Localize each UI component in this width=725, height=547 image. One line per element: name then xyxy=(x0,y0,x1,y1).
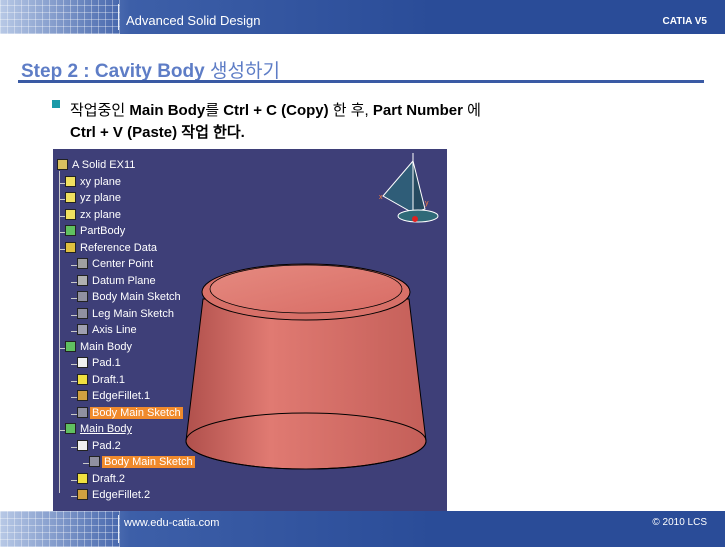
slide-title-kr: 생성하기 xyxy=(210,61,280,82)
text-run: 작업중인 xyxy=(70,102,130,119)
datum-plane-icon xyxy=(77,274,88,286)
tree-node[interactable]: Body Main Sketch xyxy=(77,291,183,306)
header-grid-decoration xyxy=(0,0,120,34)
tree-node[interactable]: Body Main Sketch xyxy=(89,456,195,471)
tree-trunk xyxy=(59,171,60,493)
text-run-bold: Part Number xyxy=(372,102,463,119)
tree-node[interactable]: Body Main Sketch xyxy=(77,406,183,422)
tree-node[interactable]: zx plane xyxy=(65,208,123,224)
body-icon xyxy=(65,423,76,434)
tree-node-label: yz plane xyxy=(80,192,121,204)
tree-node-label: Body Main Sketch xyxy=(92,291,181,303)
compass-icon[interactable]: x y xyxy=(373,151,443,236)
plane-icon xyxy=(65,192,76,203)
draft-icon xyxy=(77,472,88,484)
title-rule xyxy=(18,80,704,83)
line-icon xyxy=(77,324,88,335)
tree-node[interactable]: Main Body xyxy=(65,340,134,356)
footer-divider xyxy=(118,515,119,543)
tree-node[interactable]: Leg Main Sketch xyxy=(77,307,176,323)
tree-node-label: Main Body xyxy=(80,340,132,353)
tree-node[interactable]: EdgeFillet.1 xyxy=(77,390,152,405)
tree-node[interactable]: Axis Line xyxy=(77,324,139,339)
text-run: 한 후, xyxy=(328,102,373,119)
body-icon xyxy=(65,225,76,236)
fillet-icon xyxy=(77,390,88,401)
text-run: 를 xyxy=(205,102,224,119)
text-run-bold: Ctrl + V (Paste) xyxy=(70,124,178,141)
tree-node-label: Axis Line xyxy=(92,324,137,336)
footer-bar: www.edu-catia.com © 2010 LCS xyxy=(0,511,725,547)
solid-top-face xyxy=(209,264,403,314)
header-divider xyxy=(118,4,119,30)
pad-icon xyxy=(77,439,88,451)
svg-text:x: x xyxy=(379,194,383,201)
plane-icon xyxy=(65,208,76,220)
fillet-icon xyxy=(77,489,88,500)
footer-url[interactable]: www.edu-catia.com xyxy=(124,517,219,529)
catia-screenshot: x y A Solid EX11 xy plane yz plane zx plane… xyxy=(53,149,447,511)
tree-node-label: EdgeFillet.1 xyxy=(92,390,151,402)
tree-node-label: zx plane xyxy=(80,208,121,221)
sketch-icon xyxy=(89,456,100,467)
tree-node[interactable]: xy plane xyxy=(65,175,123,191)
tree-node[interactable]: A Solid EX11 xyxy=(57,159,137,174)
tree-node-label: Draft.1 xyxy=(92,373,126,386)
tree-node-label: xy plane xyxy=(80,175,121,188)
text-run-bold: 작업 한다. xyxy=(177,124,245,141)
text-run-bold: Main Body xyxy=(129,102,206,119)
geoset-icon xyxy=(65,241,76,253)
tree-node[interactable]: PartBody xyxy=(65,225,127,240)
header-title: Advanced Solid Design xyxy=(126,13,261,28)
tree-node[interactable]: Main Body xyxy=(65,423,134,438)
tree-node-label: Datum Plane xyxy=(92,274,156,287)
tree-node-label: Main Body xyxy=(80,423,132,435)
body-icon xyxy=(65,340,76,352)
tree-node-label: PartBody xyxy=(80,225,126,237)
tree-node-label: Pad.2 xyxy=(92,439,121,452)
tree-node-label: Center Point xyxy=(92,258,154,270)
sketch-icon xyxy=(77,291,88,302)
tree-node-label: Body Main Sketch xyxy=(102,456,195,468)
specification-tree: A Solid EX11 xy plane yz plane zx plane Part… xyxy=(53,149,203,511)
tree-node-label: Body Main Sketch xyxy=(90,406,183,419)
solid-side-face xyxy=(185,298,427,470)
tree-node-label: Pad.1 xyxy=(92,357,121,369)
tree-node-label: EdgeFillet.2 xyxy=(92,489,151,501)
slide-title-en: Step 2 : Cavity Body xyxy=(21,61,210,82)
tree-node[interactable]: Draft.2 xyxy=(77,472,127,488)
tree-node[interactable]: EdgeFillet.2 xyxy=(77,489,152,504)
tree-node-label: A Solid EX11 xyxy=(72,159,136,171)
tree-node[interactable]: Draft.1 xyxy=(77,373,127,389)
text-run: 에 xyxy=(462,102,481,119)
slide-title: Step 2 : Cavity Body 생성하기 xyxy=(21,56,280,83)
bullet-icon xyxy=(52,100,60,108)
pad-icon xyxy=(77,357,88,368)
draft-icon xyxy=(77,373,88,385)
tree-node-label: Reference Data xyxy=(80,241,158,254)
tree-node[interactable]: Reference Data xyxy=(65,241,159,257)
text-run-bold: Ctrl + C (Copy) xyxy=(223,102,329,119)
svg-text:y: y xyxy=(425,200,429,207)
sketch-icon xyxy=(77,307,88,319)
tree-node[interactable]: Center Point xyxy=(77,258,155,273)
instruction-text: 작업중인 Main Body를 Ctrl + C (Copy) 한 후, Par… xyxy=(70,100,630,144)
sketch-icon xyxy=(77,406,88,418)
footer-copyright: © 2010 LCS xyxy=(652,517,707,528)
tree-node[interactable]: Pad.2 xyxy=(77,439,123,455)
tree-node[interactable]: Pad.1 xyxy=(77,357,123,372)
tree-node-label: Leg Main Sketch xyxy=(92,307,174,320)
tree-node[interactable]: Datum Plane xyxy=(77,274,158,290)
tree-node-label: Draft.2 xyxy=(92,472,126,485)
plane-icon xyxy=(65,175,76,187)
point-icon xyxy=(77,258,88,269)
part-icon xyxy=(57,159,68,170)
footer-grid-decoration xyxy=(0,511,120,547)
header-brand: CATIA V5 xyxy=(662,16,707,27)
tree-node[interactable]: yz plane xyxy=(65,192,123,207)
header-bar: Advanced Solid Design CATIA V5 xyxy=(0,0,725,34)
